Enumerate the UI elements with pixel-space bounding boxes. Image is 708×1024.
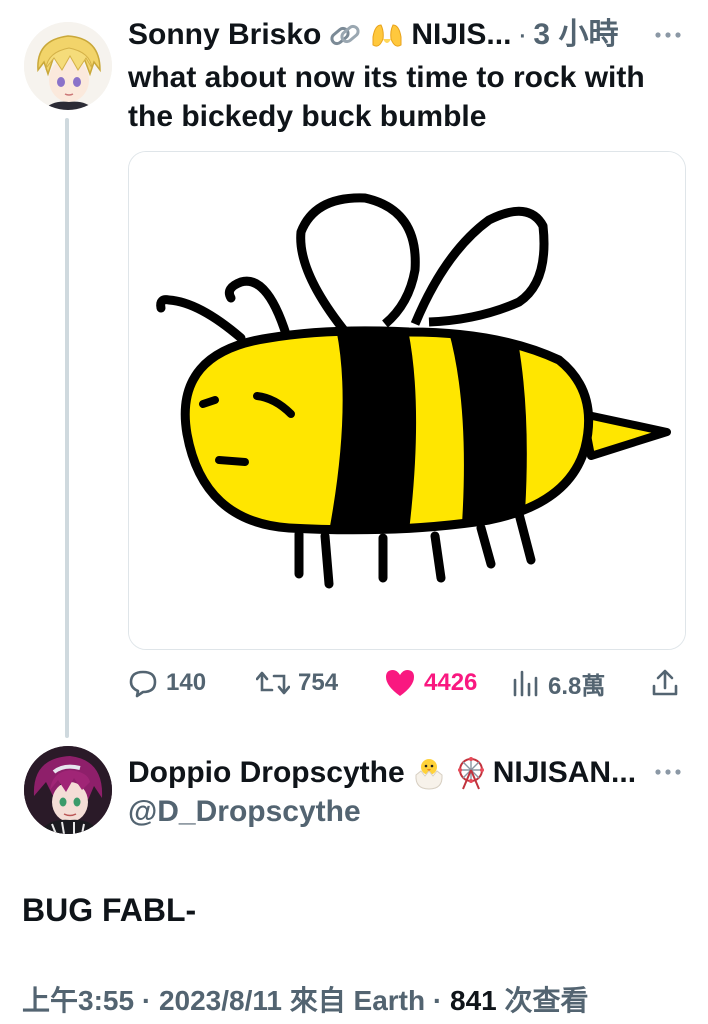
share-icon: [652, 669, 678, 696]
tweet-header: Sonny Brisko NIJIS... · 3 小時: [128, 17, 658, 53]
tweet-time[interactable]: 3 小時: [533, 17, 618, 53]
reply-count: 140: [166, 669, 207, 696]
views-chart-icon: [513, 670, 538, 697]
author-handle[interactable]: @D_Dropscythe: [128, 794, 361, 830]
share-button[interactable]: [650, 662, 688, 704]
separator-dot: ·: [141, 985, 152, 1016]
author-name[interactable]: Sonny Brisko: [128, 17, 321, 53]
tweet-text: BUG FABL-: [22, 892, 197, 928]
ferris-wheel-emoji-icon: [453, 755, 489, 791]
views-button[interactable]: 6.8萬: [512, 662, 605, 704]
avatar-illustration: [24, 746, 112, 834]
heart-filled-icon: [386, 670, 414, 696]
avatar[interactable]: [24, 22, 112, 110]
reply-button[interactable]: 140: [128, 662, 206, 704]
author-name-suffix: NIJIS...: [411, 18, 512, 51]
like-button[interactable]: 4426: [384, 662, 477, 704]
hatching-chick-emoji-icon: [411, 755, 447, 791]
like-count: 4426: [424, 669, 478, 696]
tweet-media-image[interactable]: [128, 151, 686, 650]
separator-dot: ·: [432, 985, 443, 1016]
retweet-icon: [256, 671, 290, 695]
tweet-text: what about now its time to rock with the…: [128, 61, 645, 133]
views-count: 841: [450, 985, 497, 1016]
thread-connector-line: [65, 118, 69, 738]
more-icon[interactable]: [653, 28, 683, 42]
avatar-illustration: [24, 22, 112, 110]
tweet-source: 來自 Earth: [289, 985, 426, 1016]
author-name[interactable]: Doppio Dropscythe: [128, 755, 405, 791]
reply-icon: [129, 670, 157, 698]
more-icon[interactable]: [653, 765, 683, 779]
separator-dot: ·: [517, 18, 528, 51]
views-count: 6.8萬: [548, 672, 606, 700]
link-emoji-icon: [327, 17, 363, 53]
avatar[interactable]: [24, 746, 112, 834]
retweet-count: 754: [298, 669, 339, 696]
bee-drawing-icon: [129, 152, 685, 649]
views-label: 次查看: [504, 985, 589, 1016]
tweet-header: Doppio Dropscythe NIJISAN...: [128, 755, 658, 791]
tweet-meta: 上午3:55 · 2023/8/11 來自 Earth · 841 次查看: [22, 982, 589, 1020]
tweet-date[interactable]: 2023/8/11: [159, 985, 282, 1016]
raising-hands-emoji-icon: [369, 17, 405, 53]
retweet-button[interactable]: 754: [256, 662, 338, 704]
tweet-time[interactable]: 上午3:55: [22, 985, 134, 1016]
author-name-suffix: NIJISAN...: [492, 756, 637, 789]
tweet-actions: 140 754 4426 6.8萬: [128, 662, 684, 704]
